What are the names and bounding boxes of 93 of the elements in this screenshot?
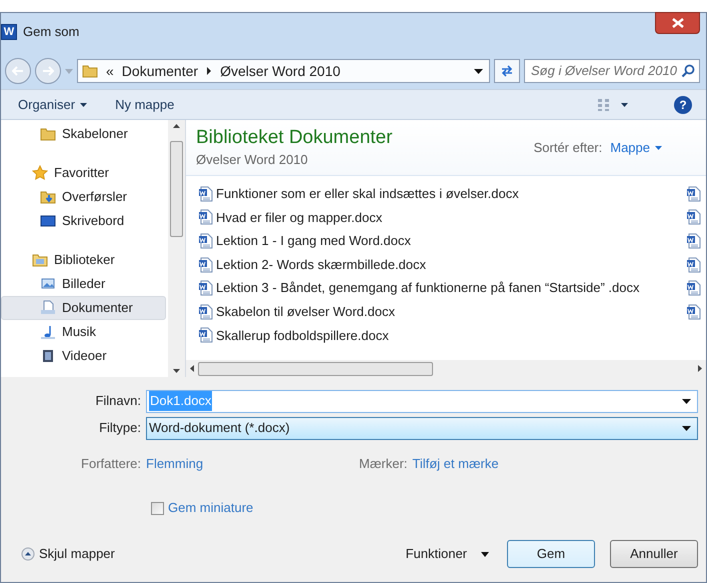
thumbnail-label: Gem miniature bbox=[168, 499, 254, 518]
horizontal-scrollbar[interactable] bbox=[186, 360, 706, 377]
search-icon[interactable] bbox=[681, 64, 695, 78]
scroll-right-icon[interactable] bbox=[698, 365, 702, 372]
music-note-icon bbox=[40, 324, 56, 340]
sidebar-item[interactable]: Skrivebord bbox=[1, 209, 166, 233]
help-button[interactable]: ? bbox=[674, 96, 692, 114]
document-icon bbox=[686, 304, 702, 320]
film-icon bbox=[40, 348, 56, 364]
close-icon bbox=[672, 18, 684, 28]
thumbnail-checkbox[interactable] bbox=[151, 502, 164, 514]
sort-dropdown[interactable]: Mappe bbox=[610, 138, 662, 158]
organise-menu[interactable]: Organiser bbox=[18, 94, 88, 114]
forward-button[interactable] bbox=[35, 58, 61, 84]
star-icon bbox=[32, 165, 48, 181]
file-item[interactable]: Skabelon til øvelser Word.docx bbox=[198, 300, 686, 324]
document-icon bbox=[198, 186, 214, 202]
caret-down-icon bbox=[481, 552, 489, 556]
sidebar-item[interactable]: Favoritter bbox=[1, 161, 166, 185]
caret-down-icon bbox=[80, 102, 88, 106]
document-icon bbox=[198, 327, 214, 344]
scroll-down-icon[interactable] bbox=[173, 369, 180, 373]
word-app-icon: W bbox=[1, 24, 17, 40]
caret-down-icon bbox=[655, 146, 662, 150]
document-icon bbox=[686, 209, 702, 226]
authors-label: Forfattere: bbox=[80, 455, 142, 474]
caret-down-icon bbox=[621, 102, 628, 106]
document-icon bbox=[198, 209, 214, 226]
overflow-chevron[interactable]: « bbox=[106, 60, 114, 82]
arrow-right-icon bbox=[42, 66, 54, 76]
refresh-arrows-icon bbox=[500, 65, 514, 77]
sidebar-item[interactable]: Musik bbox=[1, 320, 166, 344]
monitor-icon bbox=[40, 213, 56, 229]
breadcrumb-item[interactable]: Øvelser Word 2010 bbox=[220, 60, 340, 82]
download-folder-icon bbox=[40, 189, 56, 205]
tags-label: Mærker: bbox=[359, 455, 408, 474]
dropdown-arrow-icon[interactable] bbox=[682, 398, 691, 404]
file-item[interactable]: Skallerup fodboldspillere.docx bbox=[198, 324, 686, 348]
library-title: Biblioteket Dokumenter bbox=[196, 126, 392, 150]
tags-link[interactable]: Tilføj et mærke bbox=[412, 454, 499, 474]
sidebar-item[interactable]: Videoer bbox=[1, 344, 166, 368]
filetype-dropdown[interactable]: Word-dokument (*.docx) bbox=[146, 416, 698, 440]
arrow-left-icon bbox=[12, 66, 24, 76]
sidebar-item[interactable]: Skabeloner bbox=[1, 122, 166, 146]
breadcrumb-item[interactable]: Dokumenter bbox=[122, 60, 198, 82]
documents-icon bbox=[40, 300, 56, 316]
library-icon bbox=[32, 252, 48, 268]
cancel-button[interactable]: Annuller bbox=[610, 540, 698, 568]
filetype-label: Filtype: bbox=[98, 419, 142, 438]
sort-label: Sortér efter: bbox=[534, 138, 602, 157]
filename-label: Filnavn: bbox=[94, 392, 142, 410]
authors-link[interactable]: Flemming bbox=[146, 454, 359, 474]
document-icon bbox=[198, 280, 214, 296]
save-button[interactable]: Gem bbox=[507, 540, 595, 568]
file-item[interactable]: Lektion 3 - Båndet, genemgang af funktionerne på fanen “Startside” .docx bbox=[198, 276, 686, 300]
file-item[interactable]: Funktioner som er eller skal indsættes i øvelser.docx bbox=[198, 182, 686, 206]
document-icon bbox=[198, 304, 214, 320]
document-icon bbox=[198, 232, 214, 249]
scrollbar-thumb[interactable] bbox=[170, 140, 183, 236]
dropdown-arrow-icon[interactable] bbox=[474, 68, 483, 74]
library-subtitle: Øvelser Word 2010 bbox=[196, 150, 309, 169]
refresh-button[interactable] bbox=[494, 59, 520, 83]
new-folder-button[interactable]: Ny mappe bbox=[115, 94, 174, 114]
folder-icon bbox=[82, 63, 98, 79]
document-icon bbox=[686, 280, 702, 296]
scrollbar-thumb[interactable] bbox=[198, 362, 433, 376]
collapse-up-icon bbox=[21, 547, 35, 561]
sidebar-item[interactable]: Biblioteker bbox=[1, 248, 166, 272]
scroll-up-icon[interactable] bbox=[173, 124, 180, 128]
close-button[interactable] bbox=[655, 12, 700, 34]
vertical-scrollbar[interactable] bbox=[168, 120, 185, 377]
document-icon bbox=[686, 186, 702, 202]
filename-value: Dok1.docx bbox=[149, 391, 212, 411]
sidebar-item[interactable]: Overførsler bbox=[1, 185, 166, 209]
search-field[interactable]: Søg i Øvelser Word 2010 bbox=[524, 59, 700, 83]
scroll-left-icon[interactable] bbox=[190, 365, 194, 372]
hide-folders-button[interactable]: Skjul mapper bbox=[21, 544, 115, 564]
file-item[interactable]: Lektion 2- Words skærmbillede.docx bbox=[198, 252, 686, 276]
view-options-button[interactable] bbox=[597, 98, 628, 112]
address-bar[interactable]: « Dokumenter Øvelser Word 2010 bbox=[77, 59, 490, 83]
file-item[interactable]: Hvad er filer og mapper.docx bbox=[198, 206, 686, 230]
dropdown-arrow-icon[interactable] bbox=[682, 426, 691, 430]
file-item[interactable]: Lektion 1 - I gang med Word.docx bbox=[198, 229, 686, 253]
folder-icon bbox=[40, 126, 56, 142]
document-icon bbox=[686, 232, 702, 249]
back-button[interactable] bbox=[5, 58, 31, 84]
chevron-right-icon bbox=[206, 67, 212, 75]
sidebar-item[interactable]: Billeder bbox=[1, 272, 166, 296]
tools-menu[interactable]: Funktioner bbox=[406, 544, 489, 564]
document-icon bbox=[686, 256, 702, 273]
window-title: Gem som bbox=[23, 23, 80, 41]
document-icon bbox=[198, 256, 214, 273]
sidebar-item[interactable]: Dokumenter bbox=[1, 296, 166, 320]
